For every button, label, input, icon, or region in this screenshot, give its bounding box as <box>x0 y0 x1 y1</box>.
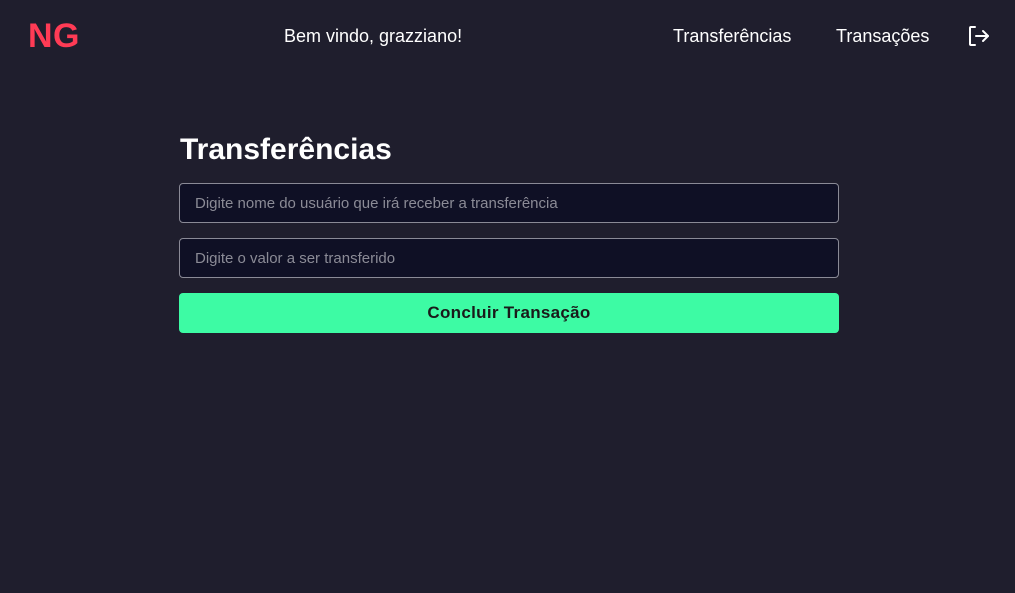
nav-link-transfers[interactable]: Transferências <box>673 26 791 46</box>
welcome-message: Bem vindo, grazziano! <box>284 26 463 46</box>
page-title: Transferências <box>180 133 392 166</box>
header: NG Bem vindo, grazziano! Transferências … <box>0 0 1015 72</box>
transfer-form-section: Transferências Concluir Transação <box>179 130 839 333</box>
transfer-amount-input[interactable] <box>179 238 839 278</box>
nav-link-transactions[interactable]: Transações <box>836 26 929 46</box>
complete-transaction-button[interactable]: Concluir Transação <box>179 293 839 333</box>
logo: NG <box>28 17 80 55</box>
recipient-username-input[interactable] <box>179 183 839 223</box>
logout-icon <box>969 26 989 46</box>
logout-button[interactable] <box>966 23 992 49</box>
